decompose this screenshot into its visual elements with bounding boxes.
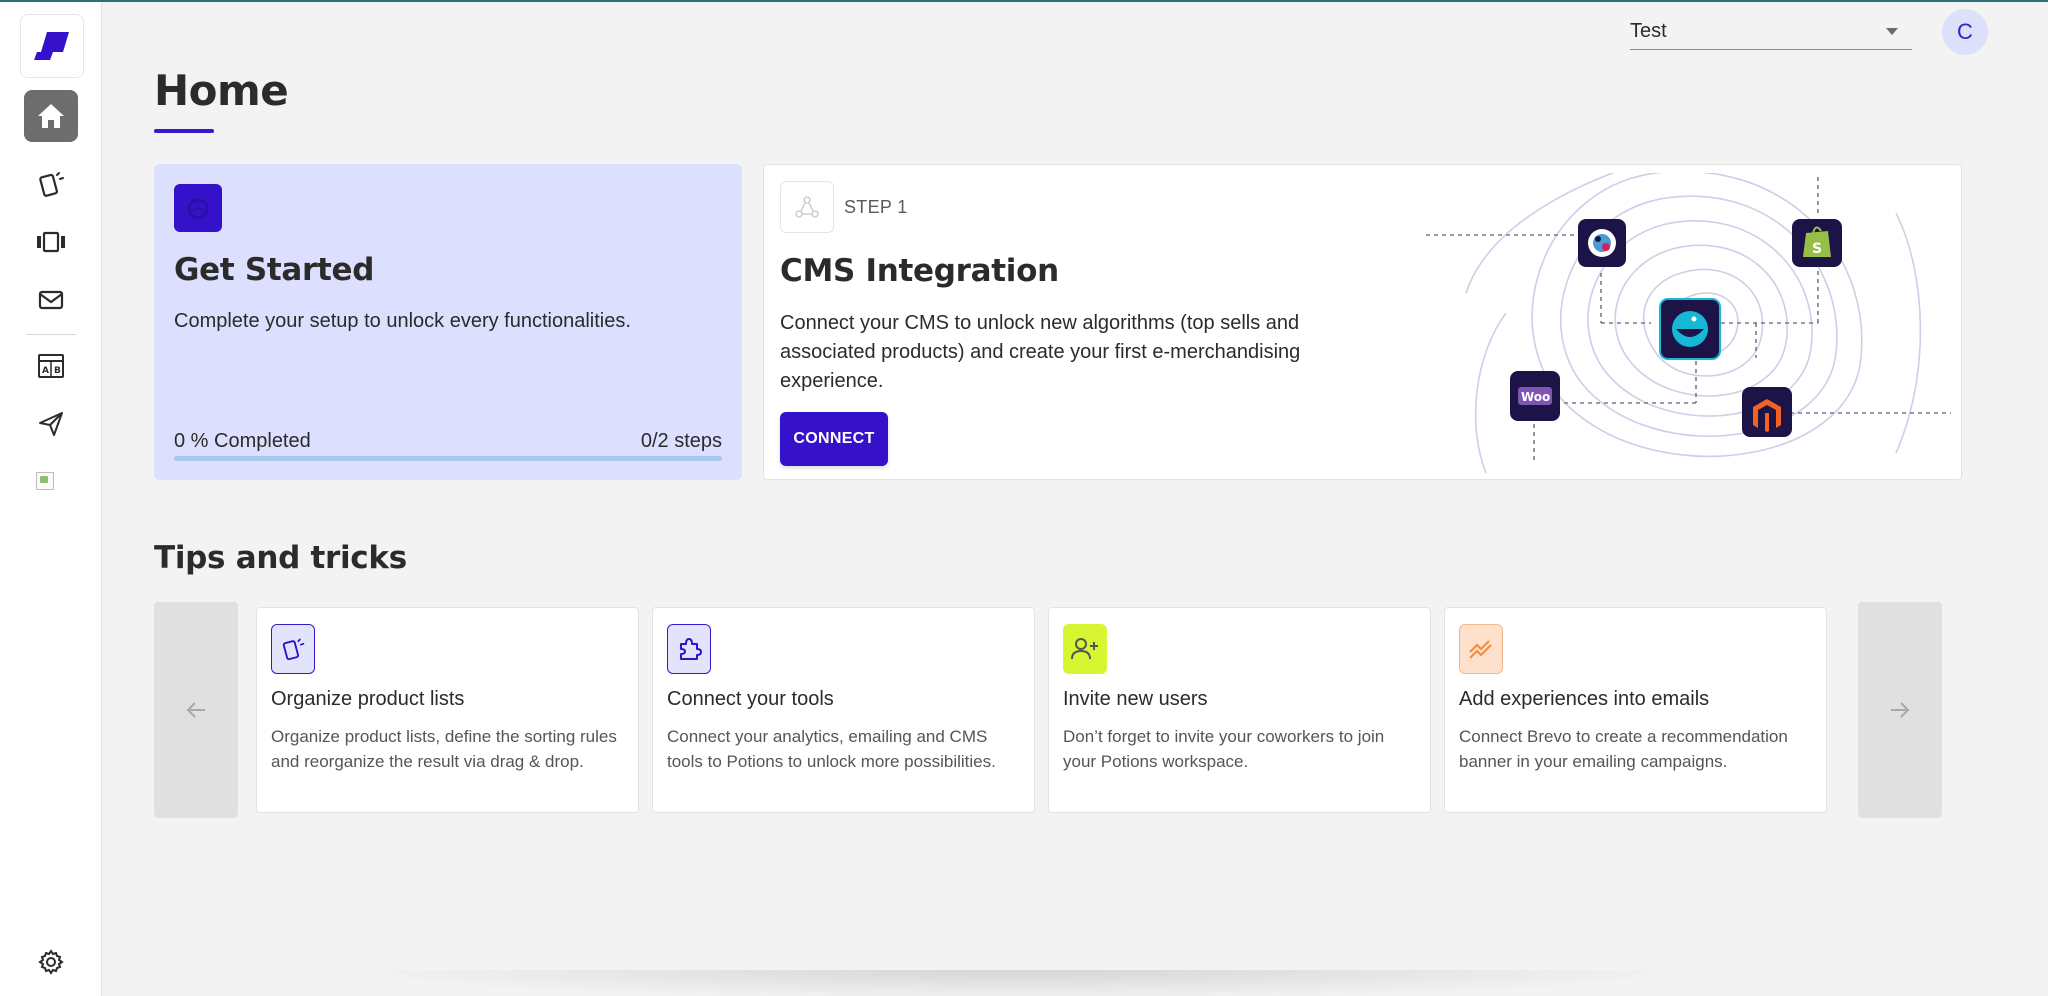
progress-label: 0 % Completed <box>174 430 311 452</box>
arrow-right-icon <box>1891 702 1910 718</box>
tip-title: Add experiences into emails <box>1459 688 1710 710</box>
gear-icon <box>38 949 64 975</box>
workspace-select-value: Test <box>1630 20 1667 42</box>
tip-description: Don’t forget to invite your coworkers to… <box>1063 727 1385 771</box>
sidebar-item-ab-tests[interactable]: A B <box>24 340 78 392</box>
title-underline <box>154 129 214 133</box>
progress-bar <box>174 456 722 461</box>
page-title: Home <box>154 66 289 115</box>
get-started-description: Complete your setup to unlock every func… <box>174 310 631 332</box>
get-started-title: Get Started <box>174 252 375 288</box>
svg-text:S: S <box>1812 241 1822 257</box>
get-started-card: Get Started Complete your setup to unloc… <box>154 164 742 480</box>
add-user-icon <box>1063 624 1107 674</box>
woo-label: Woo <box>1521 390 1550 404</box>
woocommerce-icon: Woo <box>1510 371 1560 421</box>
broken-image-icon[interactable] <box>36 472 54 490</box>
sidebar-item-home[interactable] <box>24 90 78 142</box>
step-icon <box>780 181 834 233</box>
cms-description: Connect your CMS to unlock new algorithm… <box>780 312 1301 392</box>
potions-icon <box>1659 298 1721 360</box>
bottom-shadow <box>330 970 1710 996</box>
workspace-select[interactable]: Test <box>1630 14 1912 50</box>
connect-button[interactable]: CONNECT <box>780 412 888 466</box>
tip-title: Invite new users <box>1063 688 1208 710</box>
prestashop-icon <box>1578 219 1626 267</box>
cms-illustration: S Woo <box>1426 173 1951 473</box>
tip-description: Connect your analytics, emailing and CMS… <box>667 727 996 771</box>
cards-icon <box>271 624 315 674</box>
window-top-border <box>0 0 2048 2</box>
step-label: STEP 1 <box>844 197 908 217</box>
tip-title: Connect your tools <box>667 688 834 710</box>
cards-icon <box>39 172 64 197</box>
cms-title: CMS Integration <box>780 253 1059 289</box>
sidebar-item-campaigns[interactable] <box>24 398 78 450</box>
avatar[interactable]: C <box>1942 9 1988 55</box>
svg-text:A: A <box>42 366 49 376</box>
magento-icon <box>1742 387 1792 437</box>
sidebar-divider <box>26 334 76 335</box>
sidebar: A B <box>0 2 102 996</box>
mail-icon <box>38 290 64 310</box>
tips-title: Tips and tricks <box>154 540 407 576</box>
arrow-left-icon <box>186 702 205 718</box>
tip-card[interactable]: Add experiences into emails Connect Brev… <box>1444 607 1827 813</box>
puzzle-icon <box>667 624 711 674</box>
carousel-next-button[interactable] <box>1858 602 1942 818</box>
carousel-icon <box>37 231 65 253</box>
shopify-icon: S <box>1792 219 1842 267</box>
sidebar-item-product-lists[interactable] <box>24 158 78 210</box>
sidebar-item-carousel[interactable] <box>24 216 78 268</box>
tip-card[interactable]: Connect your tools Connect your analytic… <box>652 607 1035 813</box>
settings-button[interactable] <box>24 936 78 988</box>
tip-title: Organize product lists <box>271 688 465 710</box>
logo-icon <box>34 32 69 60</box>
svg-text:B: B <box>54 366 61 376</box>
send-icon <box>39 412 63 436</box>
carousel-prev-button[interactable] <box>154 602 238 818</box>
home-icon <box>38 104 64 128</box>
potions-logo[interactable] <box>20 14 84 78</box>
potion-icon <box>174 184 222 232</box>
tip-card[interactable]: Invite new users Don’t forget to invite … <box>1048 607 1431 813</box>
tip-card[interactable]: Organize product lists Organize product … <box>256 607 639 813</box>
trend-icon <box>1459 624 1503 674</box>
cms-integration-card: STEP 1 CMS Integration Connect your CMS … <box>763 164 1962 480</box>
ab-test-icon: A B <box>38 354 64 378</box>
sidebar-item-emails[interactable] <box>24 274 78 326</box>
caret-down-icon <box>1886 28 1898 35</box>
steps-label: 0/2 steps <box>640 430 722 452</box>
tip-description: Connect Brevo to create a recommendation… <box>1459 727 1788 771</box>
tip-description: Organize product lists, define the sorti… <box>271 727 617 771</box>
